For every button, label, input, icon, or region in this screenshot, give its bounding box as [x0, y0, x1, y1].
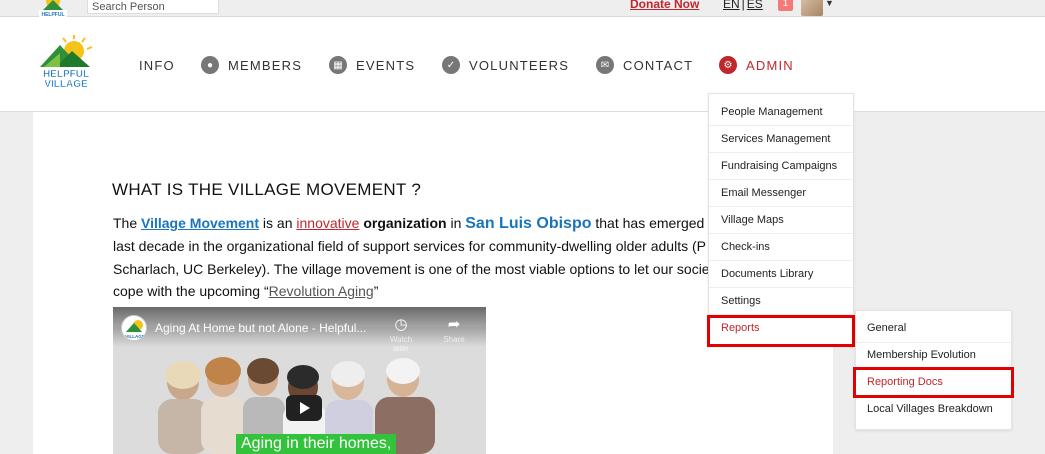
nav-members[interactable]: ● MEMBERS	[201, 55, 302, 75]
organization-bold-text: organization	[363, 215, 447, 231]
menu-item-documents-library[interactable]: Documents Library	[721, 268, 813, 280]
text-fragment: that has emerged	[591, 215, 705, 231]
admin-dropdown-menu: People Management Services Management Fu…	[708, 93, 854, 346]
intro-line-2: last decade in the organizational field …	[113, 235, 708, 258]
menu-divider	[709, 233, 853, 234]
submenu-item-membership-evolution[interactable]: Membership Evolution	[867, 349, 976, 361]
revolution-aging-link[interactable]: Revolution Aging	[269, 283, 374, 299]
play-button-icon[interactable]	[286, 395, 322, 421]
text-fragment: cope with the upcoming “	[113, 283, 269, 299]
village-movement-link[interactable]: Village Movement	[141, 215, 259, 231]
menu-divider	[709, 287, 853, 288]
share-label: Share	[443, 335, 465, 344]
menu-item-village-maps[interactable]: Village Maps	[721, 214, 784, 226]
video-caption: Aging in their homes,	[236, 434, 397, 454]
calendar-icon: ▦	[329, 56, 347, 74]
text-fragment: Scharlach, UC Berkeley). The village mov…	[113, 261, 708, 277]
menu-item-settings[interactable]: Settings	[721, 295, 761, 307]
video-title[interactable]: Aging At Home but not Alone - Helpful...	[155, 321, 366, 335]
avatar[interactable]	[801, 0, 823, 16]
intro-line-4: cope with the upcoming “Revolution Aging…	[113, 280, 708, 303]
menu-divider	[709, 152, 853, 153]
helpful-village-logo[interactable]: HELPFUL VILLAGE	[36, 35, 96, 90]
nav-events-label: EVENTS	[356, 57, 416, 73]
text-fragment: is an	[259, 215, 297, 231]
envelope-icon: ✉	[596, 56, 614, 74]
nav-contact[interactable]: ✉ CONTACT	[596, 55, 693, 75]
chevron-down-icon[interactable]: ▼	[825, 0, 834, 8]
reports-highlight-box	[707, 315, 855, 347]
lang-es-link[interactable]: ES	[747, 0, 763, 11]
submenu-item-local-villages-breakdown[interactable]: Local Villages Breakdown	[867, 403, 993, 415]
share-arrow-icon: ➦	[447, 316, 461, 333]
nav-members-label: MEMBERS	[228, 57, 303, 73]
reporting-docs-highlight-box	[853, 367, 1014, 398]
nav-admin[interactable]: ⚙ ADMIN	[719, 55, 794, 75]
notification-badge[interactable]: 1	[778, 0, 793, 11]
nav-events[interactable]: ▦ EVENTS	[329, 55, 415, 75]
watch-later-button[interactable]: ◷ Watch later	[381, 315, 421, 353]
text-fragment: ”	[373, 283, 379, 299]
user-icon: ●	[201, 56, 219, 74]
gear-icon: ⚙	[719, 56, 737, 74]
watch-later-label: Watch later	[389, 335, 413, 353]
video-embed[interactable]: VILLAGE Aging At Home but not Alone - He…	[113, 307, 486, 454]
san-luis-obispo-link[interactable]: San Luis Obispo	[465, 215, 591, 232]
checkbox-icon: ✓	[442, 56, 460, 74]
site-header: HELPFUL VILLAGE INFO ● MEMBERS ▦ EVENTS …	[0, 17, 1045, 112]
menu-item-services-management[interactable]: Services Management	[721, 133, 830, 145]
menu-divider	[709, 260, 853, 261]
nav-volunteers[interactable]: ✓ VOLUNTEERS	[442, 55, 569, 75]
channel-logo-icon[interactable]: VILLAGE	[121, 315, 147, 341]
svg-text:VILLAGE: VILLAGE	[125, 334, 145, 339]
menu-item-check-ins[interactable]: Check-ins	[721, 241, 770, 253]
nav-contact-label: CONTACT	[623, 57, 694, 73]
donate-now-link[interactable]: Donate Now	[630, 0, 699, 11]
innovative-link[interactable]: innovative	[296, 215, 359, 231]
nav-admin-label: ADMIN	[746, 57, 794, 73]
intro-line-3: Scharlach, UC Berkeley). The village mov…	[113, 258, 708, 281]
page-heading: WHAT IS THE VILLAGE MOVEMENT ?	[112, 180, 422, 199]
menu-divider	[709, 125, 853, 126]
search-person-input[interactable]: Search Person	[87, 0, 219, 14]
top-utility-bar: HELPFUL Search Person Donate Now EN | ES 1…	[0, 0, 1045, 17]
menu-item-people-management[interactable]: People Management	[721, 106, 823, 118]
menu-divider	[856, 342, 1011, 343]
text-fragment: in	[446, 215, 466, 231]
text-fragment: last decade in the organizational field …	[113, 238, 706, 254]
share-button[interactable]: ➦ Share	[434, 315, 474, 344]
lang-separator: |	[741, 0, 745, 11]
lang-en-link[interactable]: EN	[723, 0, 740, 11]
menu-item-fundraising-campaigns[interactable]: Fundraising Campaigns	[721, 160, 837, 172]
submenu-item-general[interactable]: General	[867, 322, 906, 334]
menu-item-email-messenger[interactable]: Email Messenger	[721, 187, 806, 199]
logo-text-village: VILLAGE	[44, 79, 88, 89]
small-logo[interactable]: HELPFUL	[37, 0, 69, 17]
nav-volunteers-label: VOLUNTEERS	[469, 57, 570, 73]
intro-line-1: The Village Movement is an innovative or…	[113, 212, 708, 235]
text-fragment: The	[113, 215, 142, 231]
nav-info-label: INFO	[139, 57, 175, 73]
menu-divider	[709, 206, 853, 207]
language-switcher: EN | ES	[723, 0, 763, 11]
menu-divider	[709, 179, 853, 180]
nav-info[interactable]: INFO	[139, 55, 175, 75]
clock-icon: ◷	[394, 316, 408, 333]
